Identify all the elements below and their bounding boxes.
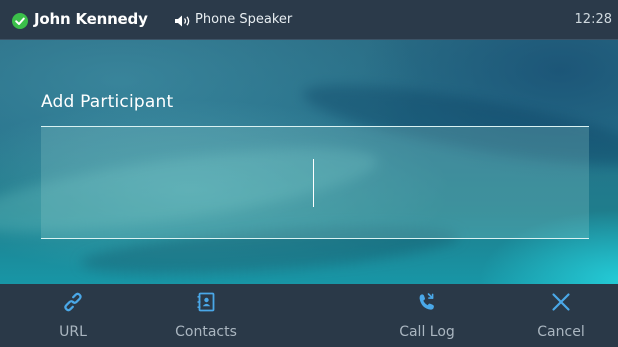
- url-softkey-label: URL: [59, 324, 87, 340]
- phone-screen: John Kennedy Phone Speaker 12:28 Add Par…: [0, 0, 618, 347]
- url-softkey[interactable]: URL: [38, 284, 108, 347]
- close-icon: [552, 293, 570, 311]
- participant-input[interactable]: [41, 126, 589, 239]
- dialog-title: Add Participant: [41, 92, 174, 112]
- call-log-softkey[interactable]: Call Log: [382, 284, 472, 347]
- user-name: John Kennedy: [34, 10, 148, 28]
- main-area: Add Participant: [0, 40, 618, 284]
- available-check-icon: [12, 13, 28, 29]
- audio-mode-label: Phone Speaker: [195, 12, 293, 27]
- call-log-icon: [419, 293, 434, 310]
- link-icon: [64, 292, 82, 312]
- text-caret: [313, 159, 314, 207]
- cancel-softkey-label: Cancel: [537, 324, 585, 340]
- speaker-icon: [175, 15, 190, 27]
- status-bar: John Kennedy Phone Speaker 12:28: [0, 0, 618, 40]
- contacts-softkey-label: Contacts: [175, 324, 237, 340]
- clock: 12:28: [574, 12, 612, 27]
- contacts-softkey[interactable]: Contacts: [160, 284, 252, 347]
- contacts-book-icon: [197, 292, 215, 312]
- cancel-softkey[interactable]: Cancel: [522, 284, 600, 347]
- call-log-softkey-label: Call Log: [399, 324, 455, 340]
- softkey-bar: URL Contacts Call Log Cancel: [0, 284, 618, 347]
